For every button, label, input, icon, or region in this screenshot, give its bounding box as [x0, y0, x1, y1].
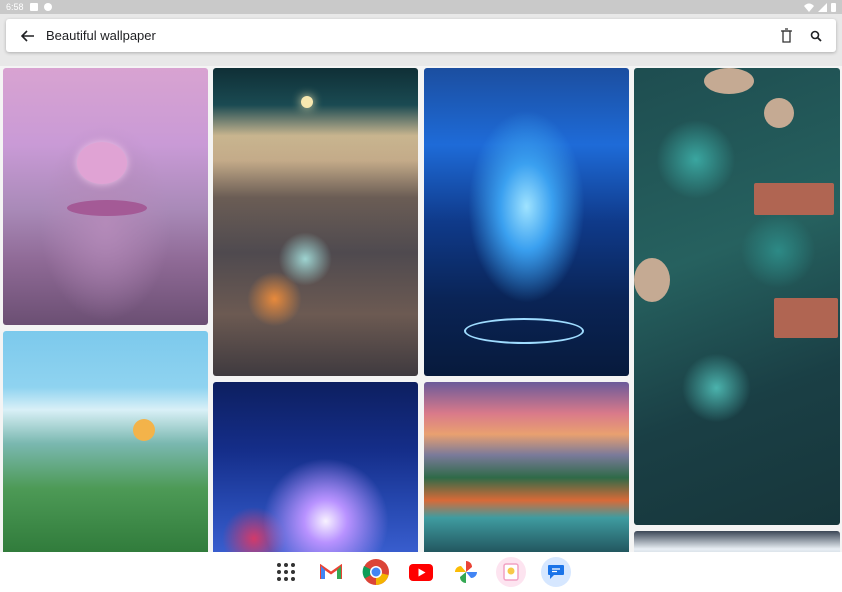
gmail-icon	[320, 564, 342, 579]
photos-icon	[455, 561, 477, 583]
wallpaper-tile-glass-pebble-beach[interactable]	[213, 68, 418, 376]
apps-icon	[277, 563, 295, 581]
back-button[interactable]	[14, 22, 42, 50]
wallpaper-tile-sky-clouds[interactable]	[634, 531, 840, 552]
chrome-button[interactable]	[361, 557, 391, 587]
pebble-shape	[704, 68, 754, 94]
wallpaper-grid	[0, 66, 842, 552]
wifi-icon	[804, 3, 814, 12]
signal-icon	[818, 2, 827, 12]
apps-button[interactable]	[271, 557, 301, 587]
search-icon	[810, 30, 822, 42]
youtube-button[interactable]	[406, 557, 436, 587]
messages-icon	[548, 565, 564, 579]
back-arrow-icon	[21, 29, 34, 42]
status-bar: 6:58	[0, 0, 842, 14]
status-time: 6:58	[6, 2, 24, 12]
brick-shape	[754, 183, 834, 215]
wallpaper-tile-sunset-mountain-lake[interactable]	[424, 382, 629, 552]
pebble-shape	[634, 258, 670, 302]
chrome-icon	[362, 559, 389, 585]
island-shape	[67, 200, 147, 216]
notification-icon-2	[43, 3, 52, 11]
wallpaper-tile-purple-tree-sea[interactable]	[3, 68, 208, 325]
trash-icon	[780, 28, 792, 43]
moon-shape	[301, 96, 313, 108]
search-button[interactable]	[804, 24, 828, 48]
gmail-button[interactable]	[316, 557, 346, 587]
app-dock	[0, 552, 842, 592]
delete-button[interactable]	[774, 24, 798, 48]
messages-button[interactable]	[541, 557, 571, 587]
splash-ring	[464, 318, 584, 344]
notification-icon	[29, 3, 38, 11]
tree-shape	[77, 142, 127, 184]
battery-icon	[831, 2, 836, 12]
wallpaper-tile-teal-stone-wall[interactable]	[634, 68, 840, 525]
top-app-bar: Beautiful wallpaper	[6, 19, 836, 52]
brick-shape	[774, 298, 838, 338]
gallery-icon	[503, 563, 519, 581]
pebble-shape	[764, 98, 794, 128]
page-title: Beautiful wallpaper	[46, 28, 156, 43]
photos-button[interactable]	[451, 557, 481, 587]
wallpaper-tile-mountain-cranes-sun[interactable]	[3, 331, 208, 552]
wallpaper-tile-crystal-heart-rose[interactable]	[213, 382, 418, 552]
gallery-button[interactable]	[496, 557, 526, 587]
sun-shape	[133, 419, 155, 441]
youtube-icon	[409, 563, 433, 581]
wallpaper-tile-blue-water-splash[interactable]	[424, 68, 629, 376]
